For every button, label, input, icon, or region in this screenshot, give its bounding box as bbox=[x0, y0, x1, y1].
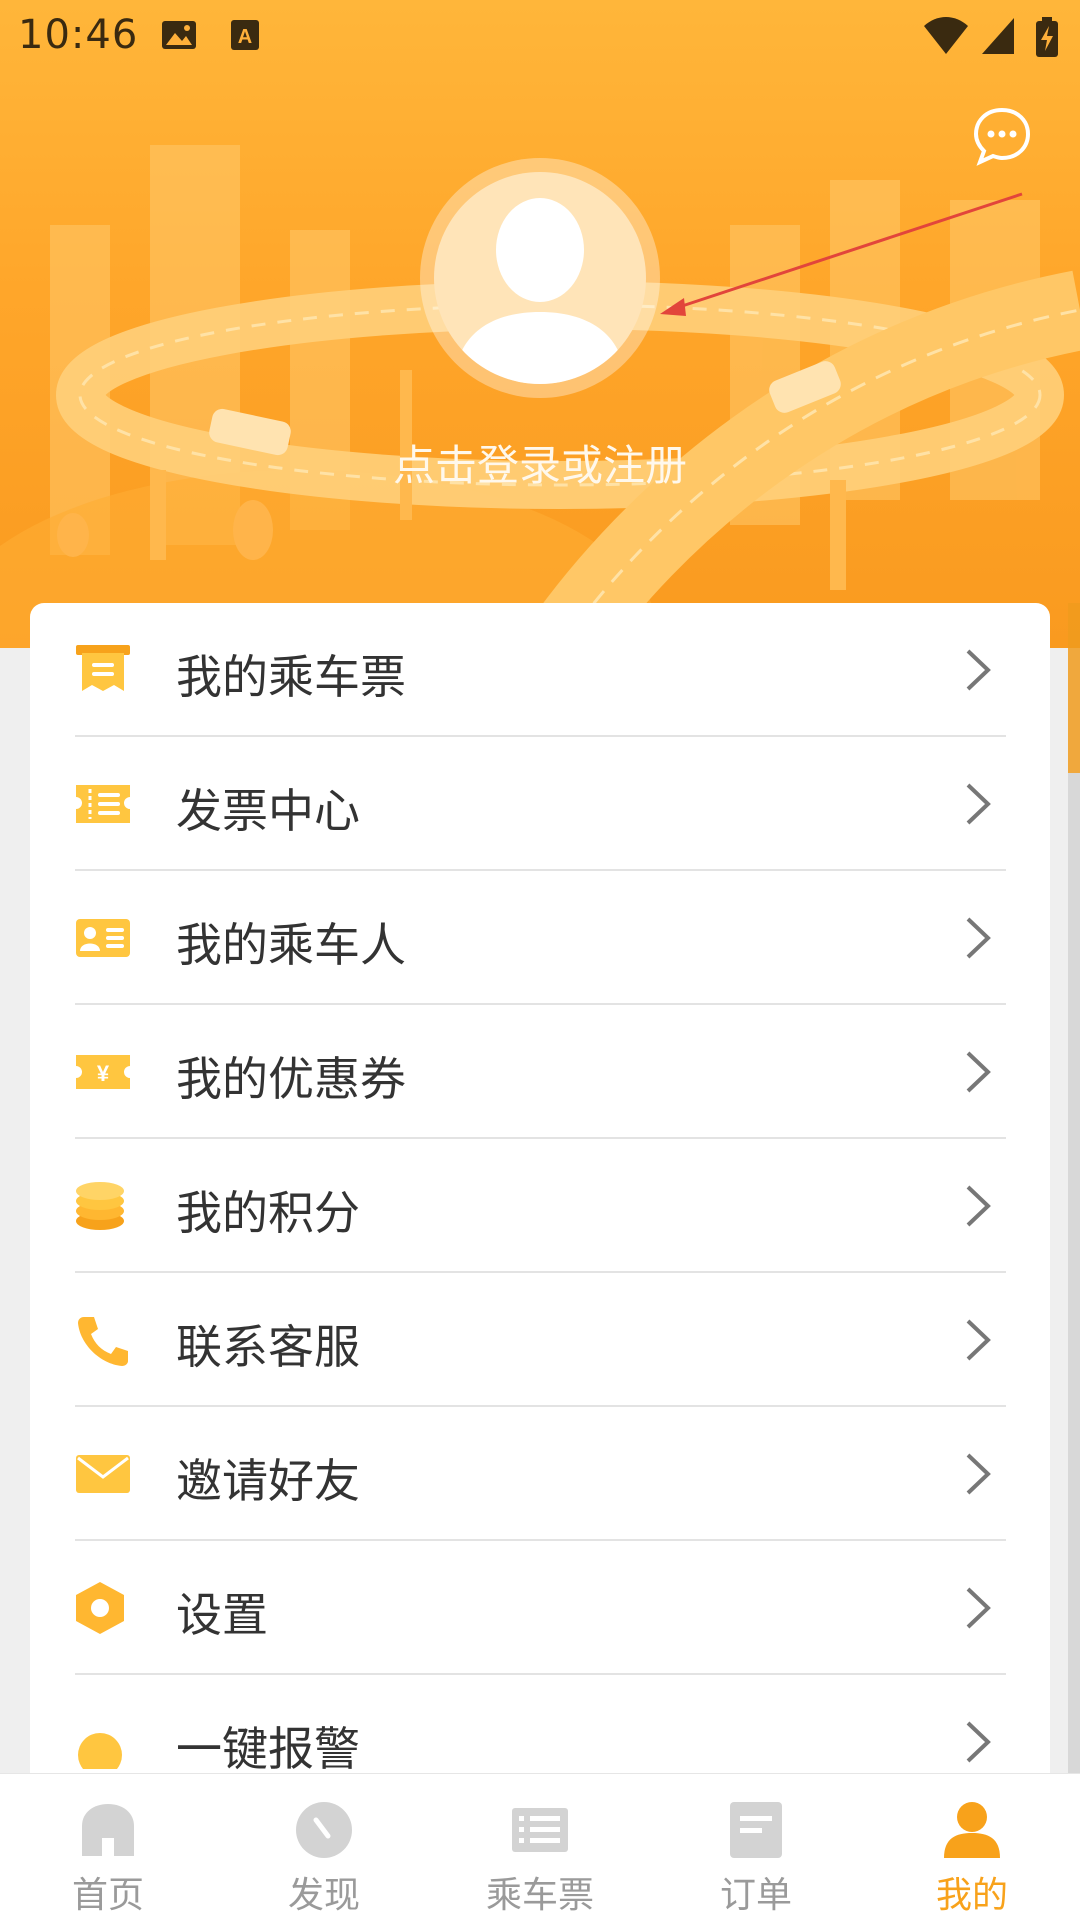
nav-label: 首页 bbox=[71, 1875, 144, 1916]
battery-icon bbox=[1036, 17, 1058, 57]
menu-label: 一键报警 bbox=[176, 1722, 360, 1773]
menu-item-invite-friends[interactable]: 邀请好友 bbox=[30, 1407, 1050, 1541]
app-notification-icon: A bbox=[231, 20, 259, 50]
bottom-navigation: 首页 发现 乘车票 订单 我的 bbox=[0, 1773, 1080, 1920]
menu-label: 联系客服 bbox=[176, 1320, 360, 1374]
wifi-icon bbox=[924, 17, 968, 54]
menu-label: 设置 bbox=[176, 1588, 268, 1642]
avatar[interactable] bbox=[420, 158, 660, 398]
menu-label: 邀请好友 bbox=[176, 1454, 360, 1508]
menu-item-emergency-alarm[interactable]: 一键报警 bbox=[30, 1675, 1050, 1773]
menu-item-customer-service[interactable]: 联系客服 bbox=[30, 1273, 1050, 1407]
menu-label: 我的优惠券 bbox=[176, 1052, 406, 1106]
nav-discover[interactable]: 发现 bbox=[216, 1774, 432, 1920]
menu-label: 我的乘车票 bbox=[176, 650, 406, 704]
nav-label: 发现 bbox=[287, 1875, 360, 1916]
nav-label: 我的 bbox=[935, 1875, 1008, 1916]
envelope-icon bbox=[76, 1455, 130, 1493]
signal-icon bbox=[982, 18, 1014, 54]
chevron-right-icon bbox=[966, 917, 991, 959]
invoice-icon bbox=[76, 785, 130, 823]
chevron-right-icon bbox=[966, 783, 991, 825]
home-icon bbox=[82, 1804, 134, 1856]
chevron-right-icon bbox=[966, 1721, 991, 1763]
chevron-right-icon bbox=[966, 649, 991, 691]
status-time: 10:46 bbox=[18, 12, 139, 58]
nav-tickets[interactable]: 乘车票 bbox=[432, 1774, 648, 1920]
menu-item-points[interactable]: 我的积分 bbox=[30, 1139, 1050, 1273]
menu-card: 我的乘车票 发票中心 我的乘车人 ¥ 我的优惠券 我的积分 联系客服 邀请好友 … bbox=[30, 603, 1050, 1773]
svg-text:¥: ¥ bbox=[97, 1061, 110, 1086]
profile-header: 10:46 A 点击登录或注册 bbox=[0, 0, 1080, 648]
status-bar: 10:46 A bbox=[0, 0, 1080, 72]
chevron-right-icon bbox=[966, 1587, 991, 1629]
phone-icon bbox=[78, 1317, 128, 1366]
menu-item-coupons[interactable]: ¥ 我的优惠券 bbox=[30, 1005, 1050, 1139]
chevron-right-icon bbox=[966, 1051, 991, 1093]
menu-item-passengers[interactable]: 我的乘车人 bbox=[30, 871, 1050, 1005]
nav-home[interactable]: 首页 bbox=[0, 1774, 216, 1920]
nav-orders[interactable]: 订单 bbox=[648, 1774, 864, 1920]
default-user-icon bbox=[454, 198, 626, 384]
chevron-right-icon bbox=[966, 1453, 991, 1495]
chevron-right-icon bbox=[966, 1185, 991, 1227]
menu-label: 发票中心 bbox=[176, 784, 360, 838]
alarm-icon bbox=[78, 1733, 122, 1769]
menu-label: 我的积分 bbox=[176, 1186, 360, 1240]
scrollbar-thumb[interactable] bbox=[1068, 603, 1080, 773]
nav-profile[interactable]: 我的 bbox=[864, 1774, 1080, 1920]
menu-item-settings[interactable]: 设置 bbox=[30, 1541, 1050, 1675]
message-icon[interactable] bbox=[972, 106, 1032, 166]
chevron-right-icon bbox=[966, 1319, 991, 1361]
menu-label: 我的乘车人 bbox=[176, 918, 406, 972]
menu-item-tickets[interactable]: 我的乘车票 bbox=[30, 603, 1050, 737]
login-register-link[interactable]: 点击登录或注册 bbox=[0, 432, 1080, 493]
passenger-card-icon bbox=[76, 919, 130, 957]
scrollbar-track bbox=[1068, 773, 1080, 1773]
ticket-icon bbox=[76, 645, 130, 691]
nav-label: 乘车票 bbox=[485, 1875, 594, 1916]
image-notification-icon bbox=[162, 21, 196, 49]
coupon-icon: ¥ bbox=[76, 1055, 130, 1089]
menu-item-invoice-center[interactable]: 发票中心 bbox=[30, 737, 1050, 871]
profile-icon bbox=[944, 1802, 1000, 1858]
ticket-book-icon bbox=[512, 1808, 568, 1852]
coins-icon bbox=[76, 1182, 124, 1230]
order-icon bbox=[730, 1802, 782, 1858]
nav-label: 订单 bbox=[719, 1875, 792, 1916]
svg-text:A: A bbox=[238, 26, 252, 48]
settings-hexagon-icon bbox=[76, 1582, 124, 1634]
discover-icon bbox=[296, 1802, 352, 1858]
